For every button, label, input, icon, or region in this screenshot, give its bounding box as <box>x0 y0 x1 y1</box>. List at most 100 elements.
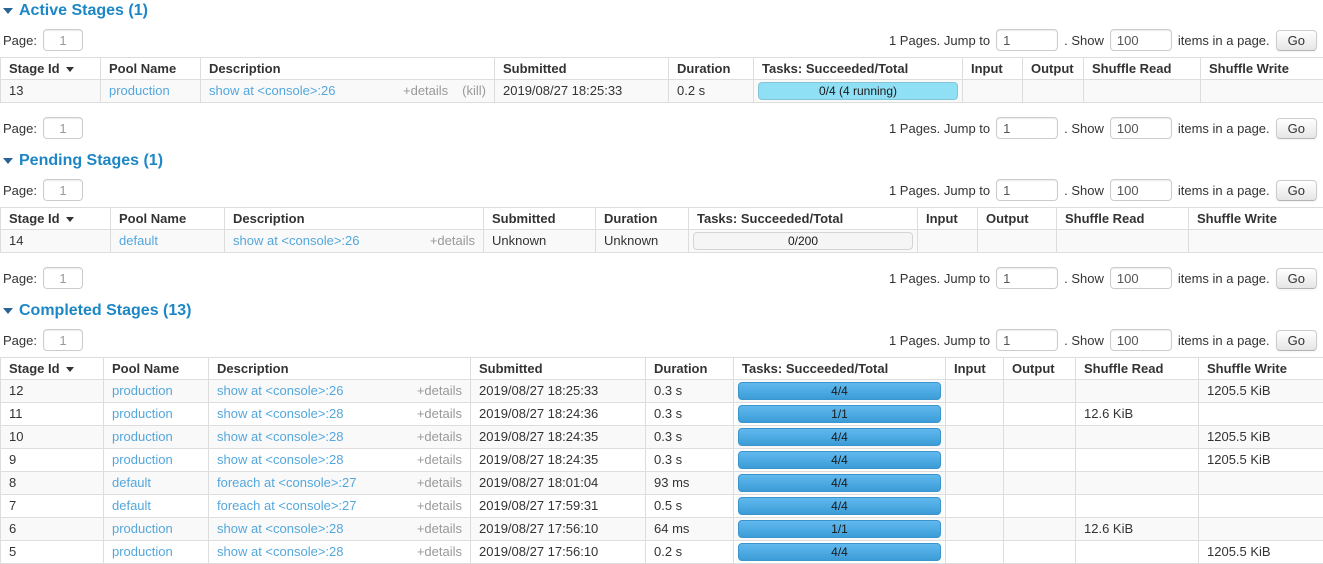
show-count-input[interactable] <box>1110 329 1172 351</box>
sort-arrow-icon <box>66 367 74 372</box>
column-header-duration[interactable]: Duration <box>669 58 754 80</box>
pool-name-link[interactable]: default <box>112 498 151 513</box>
pool-name-link[interactable]: production <box>112 406 173 421</box>
description-link[interactable]: show at <console>:26 <box>217 383 343 399</box>
description-link[interactable]: show at <console>:26 <box>233 233 359 249</box>
column-label: Pool Name <box>109 61 176 76</box>
column-header-input[interactable]: Input <box>918 208 978 230</box>
description-link[interactable]: show at <console>:26 <box>209 83 335 99</box>
pending-stages-table: Stage IdPool NameDescriptionSubmittedDur… <box>0 207 1323 253</box>
go-button[interactable]: Go <box>1276 268 1317 289</box>
column-header-tasks-succeeded-total[interactable]: Tasks: Succeeded/Total <box>689 208 918 230</box>
column-header-description[interactable]: Description <box>209 358 471 380</box>
description-link[interactable]: show at <console>:28 <box>217 544 343 560</box>
description-link[interactable]: foreach at <console>:27 <box>217 475 357 491</box>
pool-name-link[interactable]: production <box>112 383 173 398</box>
active-stages-heading[interactable]: Active Stages (1) <box>3 2 1323 20</box>
column-header-duration[interactable]: Duration <box>646 358 734 380</box>
pool-name-link[interactable]: production <box>112 544 173 559</box>
pool-name-link[interactable]: default <box>119 233 158 248</box>
show-count-input[interactable] <box>1110 267 1172 289</box>
column-header-submitted[interactable]: Submitted <box>484 208 596 230</box>
pages-jump-label: 1 Pages. Jump to <box>889 121 990 136</box>
pool-name-link[interactable]: production <box>109 83 170 98</box>
column-header-shuffle-read[interactable]: Shuffle Read <box>1084 58 1201 80</box>
pool-name-link[interactable]: production <box>112 452 173 467</box>
description-link[interactable]: show at <console>:28 <box>217 452 343 468</box>
column-header-stage-id[interactable]: Stage Id <box>1 58 101 80</box>
stage-id-cell: 14 <box>1 230 111 253</box>
description-link[interactable]: show at <console>:28 <box>217 429 343 445</box>
column-header-submitted[interactable]: Submitted <box>471 358 646 380</box>
column-header-submitted[interactable]: Submitted <box>495 58 669 80</box>
jump-to-input[interactable] <box>996 29 1058 51</box>
details-link[interactable]: +details <box>417 475 462 491</box>
column-header-shuffle-read[interactable]: Shuffle Read <box>1057 208 1189 230</box>
task-progress-bar: 0/4 (4 running) <box>758 82 958 100</box>
details-link[interactable]: +details <box>403 83 448 99</box>
page-number-input[interactable] <box>43 29 83 51</box>
details-link[interactable]: +details <box>417 498 462 514</box>
go-button[interactable]: Go <box>1276 30 1317 51</box>
details-link[interactable]: +details <box>430 233 475 249</box>
details-link[interactable]: +details <box>417 429 462 445</box>
column-header-stage-id[interactable]: Stage Id <box>1 358 104 380</box>
column-header-pool-name[interactable]: Pool Name <box>111 208 225 230</box>
submitted-cell: 2019/08/27 17:56:10 <box>471 541 646 564</box>
details-link[interactable]: +details <box>417 406 462 422</box>
go-button[interactable]: Go <box>1276 330 1317 351</box>
pending-stages-heading[interactable]: Pending Stages (1) <box>3 152 1323 170</box>
column-header-input[interactable]: Input <box>963 58 1023 80</box>
output-cell <box>1004 426 1076 449</box>
go-button[interactable]: Go <box>1276 118 1317 139</box>
column-label: Description <box>209 61 281 76</box>
column-header-shuffle-read[interactable]: Shuffle Read <box>1076 358 1199 380</box>
page-number-input[interactable] <box>43 267 83 289</box>
column-header-tasks-succeeded-total[interactable]: Tasks: Succeeded/Total <box>734 358 946 380</box>
output-cell <box>1004 380 1076 403</box>
description-link[interactable]: foreach at <console>:27 <box>217 498 357 514</box>
page-number-input[interactable] <box>43 179 83 201</box>
pool-name-link[interactable]: production <box>112 521 173 536</box>
column-header-duration[interactable]: Duration <box>596 208 689 230</box>
completed-stages-heading[interactable]: Completed Stages (13) <box>3 302 1323 320</box>
column-header-pool-name[interactable]: Pool Name <box>101 58 201 80</box>
show-count-input[interactable] <box>1110 117 1172 139</box>
description-link[interactable]: show at <console>:28 <box>217 521 343 537</box>
details-link[interactable]: +details <box>417 544 462 560</box>
column-header-output[interactable]: Output <box>978 208 1057 230</box>
pager-right: 1 Pages. Jump to. Showitems in a page.Go <box>889 29 1317 51</box>
show-count-input[interactable] <box>1110 29 1172 51</box>
details-link[interactable]: +details <box>417 452 462 468</box>
pagination-bar: Page:1 Pages. Jump to. Showitems in a pa… <box>0 29 1323 51</box>
jump-to-input[interactable] <box>996 117 1058 139</box>
details-link[interactable]: +details <box>417 383 462 399</box>
description-link[interactable]: show at <console>:28 <box>217 406 343 422</box>
table-row: 7defaultforeach at <console>:27+details2… <box>1 495 1323 518</box>
pool-name-link[interactable]: default <box>112 475 151 490</box>
task-progress-bar: 1/1 <box>738 405 941 423</box>
jump-to-input[interactable] <box>996 179 1058 201</box>
column-header-output[interactable]: Output <box>1004 358 1076 380</box>
column-header-tasks-succeeded-total[interactable]: Tasks: Succeeded/Total <box>754 58 963 80</box>
pool-name-link[interactable]: production <box>112 429 173 444</box>
column-header-shuffle-write[interactable]: Shuffle Write <box>1199 358 1323 380</box>
column-header-input[interactable]: Input <box>946 358 1004 380</box>
show-count-input[interactable] <box>1110 179 1172 201</box>
page-number-input[interactable] <box>43 117 83 139</box>
go-button[interactable]: Go <box>1276 180 1317 201</box>
kill-link[interactable]: (kill) <box>462 83 486 99</box>
column-header-shuffle-write[interactable]: Shuffle Write <box>1201 58 1323 80</box>
pool-name-cell: default <box>104 495 209 518</box>
column-header-shuffle-write[interactable]: Shuffle Write <box>1189 208 1323 230</box>
page-number-input[interactable] <box>43 329 83 351</box>
column-header-description[interactable]: Description <box>201 58 495 80</box>
jump-to-input[interactable] <box>996 329 1058 351</box>
details-link[interactable]: +details <box>417 521 462 537</box>
column-header-output[interactable]: Output <box>1023 58 1084 80</box>
column-header-description[interactable]: Description <box>225 208 484 230</box>
pool-name-cell: production <box>104 518 209 541</box>
column-header-stage-id[interactable]: Stage Id <box>1 208 111 230</box>
jump-to-input[interactable] <box>996 267 1058 289</box>
column-header-pool-name[interactable]: Pool Name <box>104 358 209 380</box>
